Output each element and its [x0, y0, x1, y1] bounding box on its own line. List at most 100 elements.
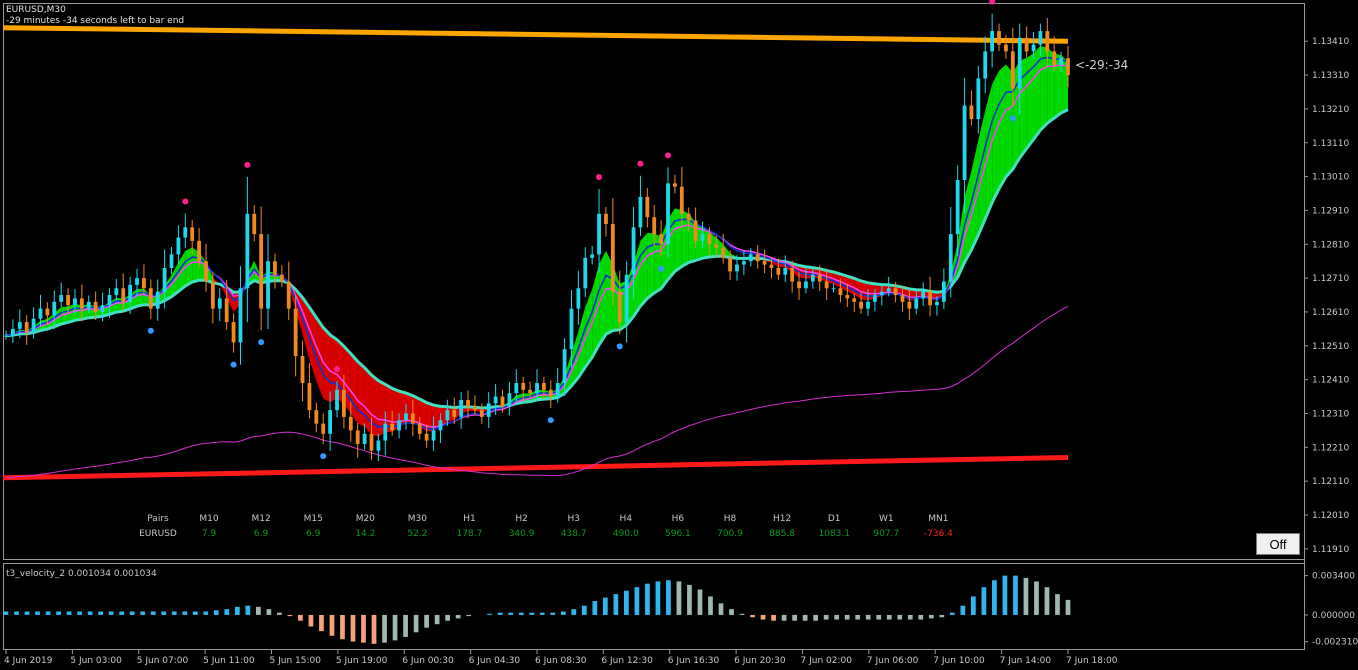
candle-body — [604, 213, 608, 224]
down-signal-dot — [665, 152, 672, 159]
candle-body — [376, 440, 381, 451]
candle-body — [900, 295, 905, 302]
candle-body — [610, 223, 615, 292]
table-header-w1: W1 — [879, 514, 894, 524]
candlesticks — [4, 13, 1070, 462]
table-value-h3: 438.7 — [561, 529, 587, 539]
candle-body — [231, 322, 236, 343]
cloud-segment — [640, 233, 648, 307]
candle-body — [693, 220, 698, 241]
candle-body — [1052, 51, 1057, 65]
candle-body — [728, 257, 732, 272]
candle-body — [845, 295, 850, 299]
candle-body — [410, 413, 415, 424]
price-tick-label: 1.13310 — [1312, 71, 1349, 81]
indicator-tick-label: -0.002310 — [1312, 638, 1358, 648]
candle-body — [514, 383, 519, 394]
candle-body — [148, 288, 153, 309]
cloud-segment — [599, 250, 606, 345]
table-value-h6: 596.1 — [665, 529, 691, 539]
table-header-h12: H12 — [773, 514, 791, 524]
candle-body — [976, 78, 981, 120]
time-tick-label: 6 Jun 12:30 — [601, 656, 653, 666]
table-header-m10: M10 — [199, 514, 218, 524]
candle-body — [128, 284, 133, 302]
table-header-h8: H8 — [724, 514, 737, 524]
candle-body — [314, 410, 319, 424]
table-value-w1: 907.7 — [873, 529, 899, 539]
candle-body — [555, 383, 560, 397]
time-tick-label: 7 Jun 14:00 — [1000, 656, 1052, 666]
up-signal-dot — [658, 265, 665, 272]
candle-body — [838, 288, 843, 296]
candle-body — [1004, 44, 1008, 52]
table-header-pairs: Pairs — [147, 514, 169, 524]
candle-body — [866, 301, 870, 309]
candle-body — [666, 183, 670, 245]
candle-body — [162, 267, 167, 292]
candle-body — [4, 335, 8, 337]
candle-body — [1010, 51, 1015, 89]
candle-body — [73, 298, 77, 306]
candle-body — [369, 433, 374, 451]
candle-body — [721, 247, 726, 258]
off-button[interactable]: Off — [1256, 533, 1300, 555]
candle-body — [707, 234, 712, 245]
cloud-segment — [585, 289, 593, 368]
candle-body — [245, 213, 250, 289]
candle-body — [466, 399, 470, 407]
table-value-m10: 7.9 — [202, 529, 217, 539]
time-tick-label: 7 Jun 02:00 — [801, 656, 853, 666]
candle-body — [190, 227, 195, 241]
candle-body — [638, 196, 643, 228]
candle-body — [955, 179, 960, 235]
table-value-m30: 52.2 — [407, 529, 427, 539]
price-tick-label: 1.13110 — [1312, 139, 1349, 149]
candle-body — [493, 396, 498, 404]
candle-body — [431, 430, 436, 441]
table-value-h12: 885.8 — [769, 529, 795, 539]
candle-body — [748, 254, 753, 262]
candle-body — [852, 298, 857, 302]
table-header-h1: H1 — [463, 514, 476, 524]
time-tick-label: 7 Jun 18:00 — [1066, 656, 1118, 666]
indicator-title: t3_velocity_2 0.001034 0.001034 — [6, 569, 157, 579]
candle-body — [990, 31, 995, 52]
table-value-h2: 340.9 — [509, 529, 535, 539]
candle-body — [452, 410, 457, 417]
candle-body — [797, 281, 801, 289]
candle-body — [714, 244, 719, 248]
candle-body — [355, 430, 360, 444]
candle-body — [321, 423, 326, 434]
candle-body — [86, 301, 91, 309]
time-tick-label: 5 Jun 19:00 — [336, 656, 388, 666]
candle-body — [348, 416, 353, 431]
candle-body — [79, 298, 84, 309]
candle-body — [597, 213, 601, 255]
candle-body — [45, 308, 50, 316]
signal-dots — [147, 0, 1016, 460]
time-tick-label: 4 Jun 2019 — [4, 656, 53, 666]
table-header-h2: H2 — [515, 514, 528, 524]
price-tick-label: 1.12010 — [1312, 511, 1349, 521]
countdown-label: <-29:-34 — [1075, 58, 1128, 72]
down-signal-dot — [637, 160, 644, 167]
chart-area[interactable]: 1.13410 1.13310 1.13210 1.13110 1.13010 1.129… — [0, 0, 1358, 670]
table-value-m12: 6.9 — [254, 529, 269, 539]
candle-body — [300, 355, 305, 384]
candle-body — [259, 234, 264, 309]
candle-body — [204, 261, 208, 282]
time-tick-label: 5 Jun 03:00 — [70, 656, 122, 666]
candle-body — [569, 308, 574, 350]
candle-body — [948, 234, 953, 282]
time-tick-label: 6 Jun 04:30 — [469, 656, 521, 666]
time-tick-label: 6 Jun 16:30 — [668, 656, 720, 666]
candle-body — [928, 291, 932, 306]
candle-body — [286, 281, 291, 309]
cloud-segment — [364, 367, 372, 435]
time-axis: 4 Jun 2019 5 Jun 03:00 5 Jun 07:00 5 Jun 11… — [4, 650, 1118, 666]
candle-body — [210, 281, 215, 309]
candle-body — [879, 291, 884, 296]
price-tick-label: 1.12510 — [1312, 342, 1349, 352]
candle-body — [252, 213, 257, 235]
